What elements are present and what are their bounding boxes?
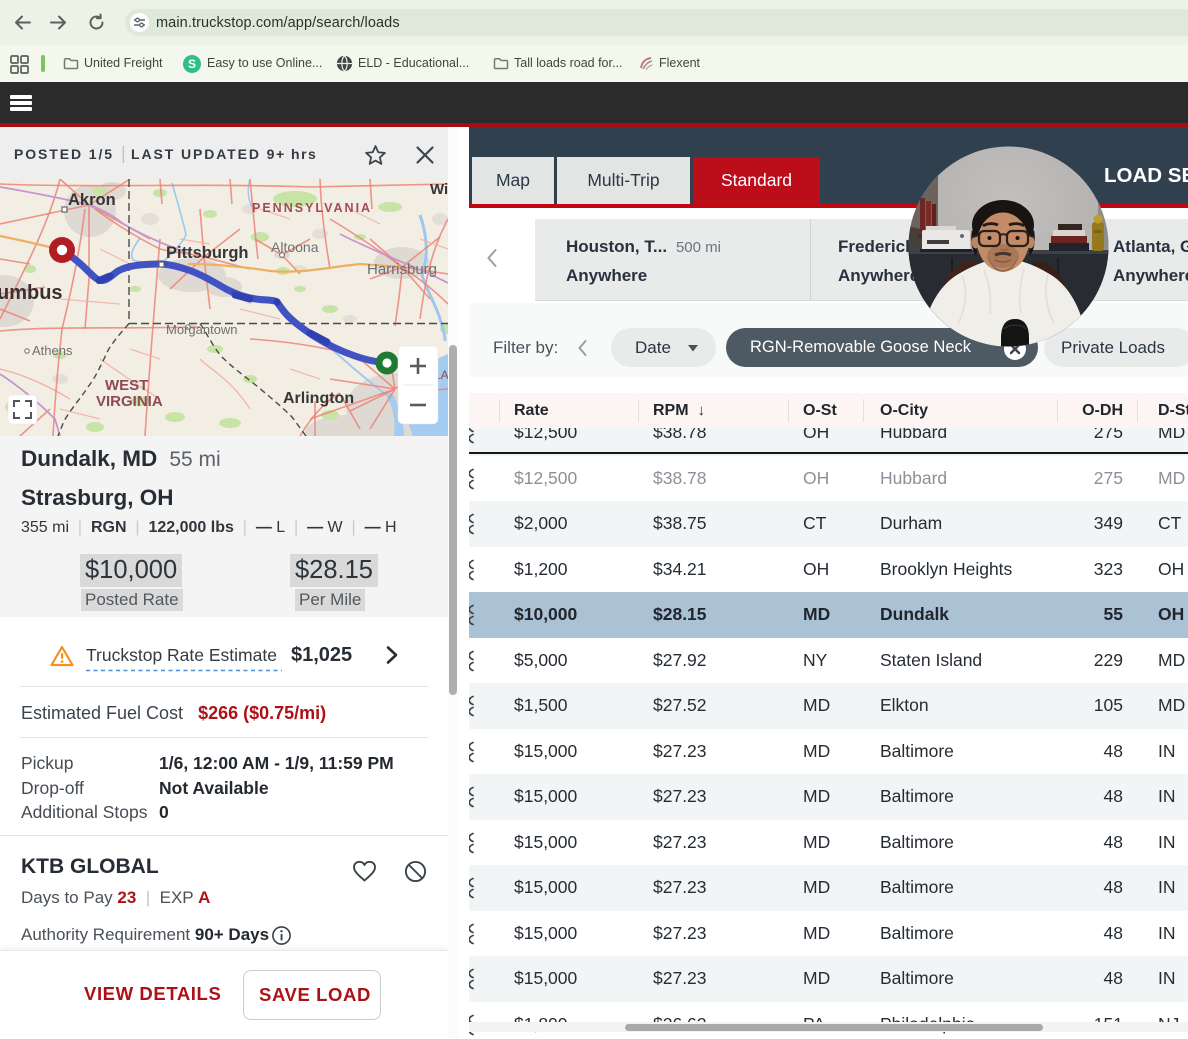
svg-text:Athens: Athens [32, 343, 73, 358]
svg-text:Harrisburg: Harrisburg [367, 261, 437, 278]
svg-text:PENNSYLVANIA: PENNSYLVANIA [252, 201, 372, 215]
svg-text:Pittsburgh: Pittsburgh [166, 244, 249, 262]
svg-text:Wil: Wil [430, 181, 448, 198]
svg-text:Arlington: Arlington [283, 390, 354, 407]
svg-text:WEST: WEST [105, 377, 148, 394]
svg-text:Akron: Akron [68, 191, 116, 209]
svg-text:umbus: umbus [0, 282, 63, 304]
svg-text:VIRGINIA: VIRGINIA [96, 393, 163, 410]
svg-text:Altoona: Altoona [271, 239, 319, 255]
svg-text:Morgantown: Morgantown [166, 322, 238, 337]
